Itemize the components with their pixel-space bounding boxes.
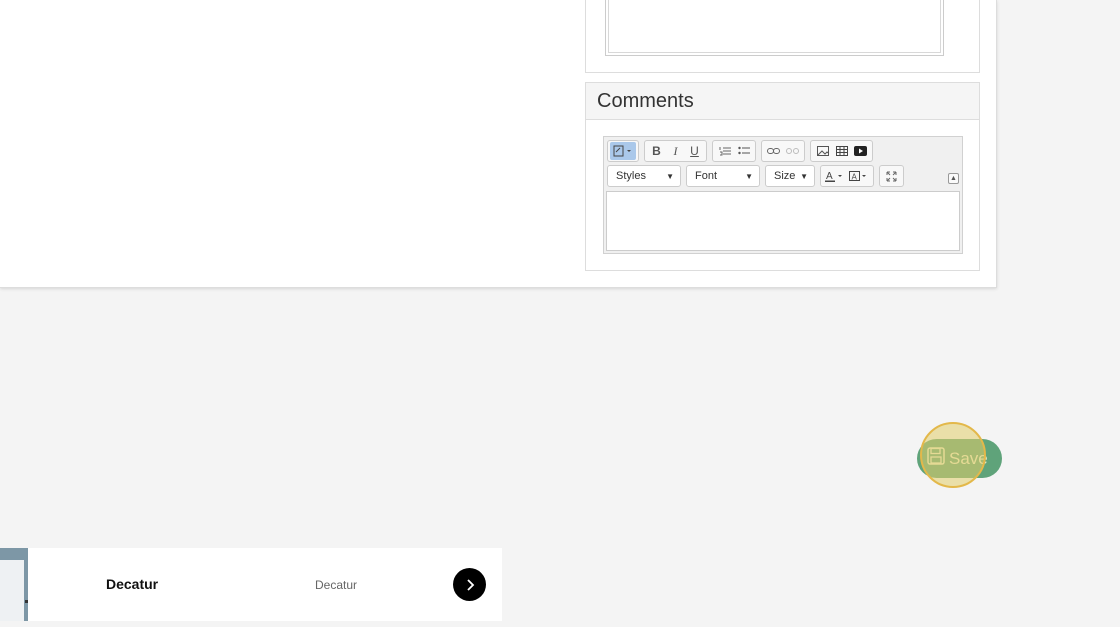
- location-thumbnail: [0, 548, 28, 621]
- maximize-icon[interactable]: [882, 167, 901, 185]
- source-mode-icon[interactable]: [610, 142, 636, 160]
- link-icon[interactable]: [764, 142, 783, 160]
- chevron-down-icon: ▼: [745, 171, 753, 181]
- background-color-icon[interactable]: A: [847, 167, 871, 185]
- save-button-label: Save: [949, 448, 988, 468]
- font-dropdown[interactable]: Font ▼: [686, 165, 760, 187]
- table-icon[interactable]: [832, 142, 851, 160]
- italic-icon[interactable]: I: [666, 142, 685, 160]
- previous-panel: [585, 0, 980, 73]
- location-title: Decatur: [106, 576, 159, 592]
- location-list-item[interactable]: Decatur Decatur: [0, 548, 502, 621]
- chevron-right-icon[interactable]: [453, 568, 486, 601]
- editor-toolbar-row-1: B I U: [607, 140, 873, 162]
- save-button[interactable]: Save: [917, 439, 1002, 478]
- comments-panel: Comments B I U Styles ▼ Font ▼ Size ▼ A …: [585, 82, 980, 271]
- comments-panel-title: Comments: [586, 83, 979, 120]
- chevron-down-icon: ▼: [666, 171, 674, 181]
- save-button-wrapper: Save: [917, 422, 1002, 488]
- floppy-disk-icon: [927, 447, 945, 470]
- rich-text-editor: B I U Styles ▼ Font ▼ Size ▼ A A ▲: [603, 136, 963, 254]
- location-subtitle: Decatur: [315, 578, 358, 592]
- collapse-toolbar-icon[interactable]: ▲: [948, 173, 959, 184]
- comments-editor-area[interactable]: [606, 191, 960, 251]
- chevron-down-icon: ▼: [800, 171, 808, 181]
- underline-icon[interactable]: U: [685, 142, 704, 160]
- styles-dropdown[interactable]: Styles ▼: [607, 165, 681, 187]
- bulleted-list-icon[interactable]: [734, 142, 753, 160]
- image-icon[interactable]: [813, 142, 832, 160]
- youtube-icon[interactable]: [851, 142, 870, 160]
- previous-textarea[interactable]: [605, 0, 944, 56]
- numbered-list-icon[interactable]: [715, 142, 734, 160]
- unlink-icon[interactable]: [783, 142, 802, 160]
- svg-text:A: A: [826, 171, 833, 182]
- text-color-icon[interactable]: A: [823, 167, 847, 185]
- editor-toolbar-row-2: Styles ▼ Font ▼ Size ▼ A A: [607, 165, 904, 187]
- size-dropdown[interactable]: Size ▼: [765, 165, 815, 187]
- bold-icon[interactable]: B: [647, 142, 666, 160]
- svg-text:A: A: [852, 173, 858, 182]
